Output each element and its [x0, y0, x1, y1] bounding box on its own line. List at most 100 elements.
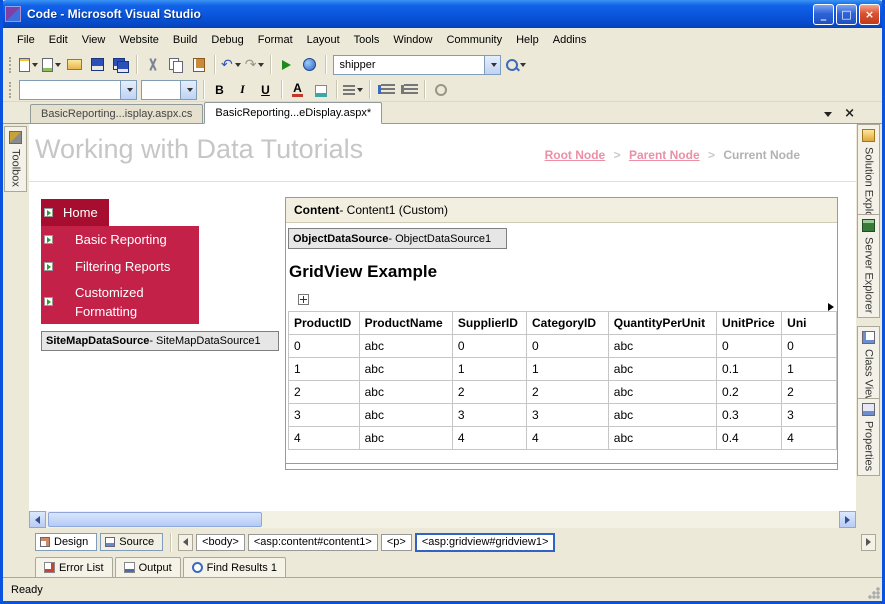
menu-item-format[interactable]: Format — [251, 30, 300, 50]
nav-item-customized-formatting[interactable]: Customized Formatting — [41, 280, 199, 324]
combobox-dropdown-button[interactable] — [120, 80, 136, 99]
design-view-icon — [40, 537, 50, 547]
save-button[interactable] — [86, 54, 109, 76]
breadcrumb-root-link[interactable]: Root Node — [545, 148, 606, 162]
content-region-header[interactable]: Content - Content1 (Custom) — [286, 198, 837, 223]
scroll-left-button[interactable] — [29, 511, 46, 528]
content-placeholder-region[interactable]: Content - Content1 (Custom) ObjectDataSo… — [285, 197, 838, 470]
table-cell: 0.2 — [716, 380, 783, 404]
tag-body[interactable]: <body> — [196, 533, 245, 551]
design-surface[interactable]: Working with Data Tutorials Root Node > … — [29, 124, 856, 511]
toolbar-grip[interactable] — [9, 81, 13, 98]
toolbar-grip[interactable] — [9, 56, 13, 73]
open-file-button[interactable] — [63, 54, 86, 76]
add-item-button[interactable] — [40, 54, 63, 76]
gridview-control[interactable]: ProductID ProductName SupplierID Categor… — [288, 311, 837, 450]
class-view-tab[interactable]: Class View — [857, 326, 880, 409]
title-bar[interactable]: Code - Microsoft Visual Studio _ □ × — [0, 0, 885, 28]
combobox-dropdown-button[interactable] — [180, 80, 196, 99]
horizontal-scrollbar[interactable] — [29, 511, 856, 528]
numbered-list-button[interactable] — [374, 79, 397, 101]
new-project-button[interactable] — [17, 54, 40, 76]
menu-item-addins[interactable]: Addins — [546, 30, 594, 50]
redo-button[interactable]: ↷ — [243, 54, 267, 76]
close-document-icon[interactable]: × — [844, 107, 855, 120]
output-tab[interactable]: Output — [114, 557, 181, 577]
menu-item-help[interactable]: Help — [509, 30, 546, 50]
menu-item-window[interactable]: Window — [386, 30, 439, 50]
browse-button[interactable] — [298, 54, 321, 76]
table-row: 1 abc 1 1 abc 0.1 1 — [288, 357, 837, 381]
tag-nav-left-button[interactable] — [178, 533, 194, 551]
active-files-dropdown-icon[interactable] — [824, 111, 833, 117]
close-button[interactable]: × — [859, 3, 880, 25]
nav-item-filtering-reports[interactable]: Filtering Reports — [41, 253, 199, 280]
tag-asp-gridview[interactable]: <asp:gridview#gridview1> — [414, 532, 556, 552]
doc-tab-designer[interactable]: BasicReporting...eDisplay.aspx* — [204, 102, 383, 124]
hyperlink-button[interactable] — [429, 79, 452, 101]
find-in-files-button[interactable] — [504, 54, 528, 76]
menu-item-file[interactable]: File — [10, 30, 42, 50]
scrollbar-thumb[interactable] — [48, 512, 262, 527]
hyperlink-icon — [434, 83, 447, 96]
source-view-tab[interactable]: Source — [100, 533, 164, 551]
table-cell: 0 — [781, 334, 837, 358]
menu-item-view[interactable]: View — [75, 30, 113, 50]
italic-icon: I — [240, 82, 245, 96]
properties-label: Properties — [862, 421, 875, 472]
app-icon — [5, 6, 21, 22]
tag-nav-right-button[interactable] — [861, 533, 876, 551]
nav-item-home[interactable]: Home — [41, 199, 109, 226]
sitemapdatasource-control[interactable]: SiteMapDataSource - SiteMapDataSource1 — [41, 331, 279, 351]
bullet-list-button[interactable] — [397, 79, 420, 101]
menu-item-build[interactable]: Build — [166, 30, 204, 50]
menu-item-debug[interactable]: Debug — [204, 30, 250, 50]
minimize-button[interactable]: _ — [813, 3, 834, 25]
scroll-right-button[interactable] — [839, 511, 856, 528]
bold-button[interactable]: B — [208, 79, 231, 101]
gridview-smart-tag-icon[interactable] — [298, 294, 309, 305]
smart-tag-arrow-icon[interactable] — [828, 303, 834, 311]
table-cell: 4 — [451, 426, 527, 450]
design-view-tab[interactable]: Design — [35, 533, 98, 551]
menu-item-website[interactable]: Website — [112, 30, 166, 50]
doc-tab-codebehind[interactable]: BasicReporting...isplay.aspx.cs — [30, 104, 204, 123]
save-all-button[interactable] — [109, 54, 132, 76]
resize-grip[interactable] — [867, 586, 880, 599]
maximize-button[interactable]: □ — [836, 3, 857, 25]
properties-tab[interactable]: Properties — [857, 398, 880, 477]
start-debug-button[interactable] — [275, 54, 298, 76]
toolbar-separator — [214, 55, 215, 74]
font-name-combobox[interactable] — [19, 79, 137, 100]
align-button[interactable] — [341, 79, 365, 101]
undo-button[interactable]: ↶ — [219, 54, 243, 76]
toolbox-tab[interactable]: Toolbox — [4, 126, 27, 192]
tag-p[interactable]: <p> — [380, 533, 412, 551]
menu-item-layout[interactable]: Layout — [300, 30, 347, 50]
find-combobox[interactable]: shipper — [333, 54, 502, 75]
font-color-button[interactable]: A — [286, 79, 309, 101]
output-icon — [123, 562, 135, 573]
server-explorer-tab[interactable]: Server Explorer — [857, 214, 880, 319]
menu-item-tools[interactable]: Tools — [347, 30, 387, 50]
nav-item-basic-reporting[interactable]: Basic Reporting — [41, 226, 199, 253]
menu-item-community[interactable]: Community — [439, 30, 509, 50]
highlight-button[interactable] — [309, 79, 332, 101]
table-cell: 2 — [288, 380, 360, 404]
table-cell: 1 — [525, 357, 609, 381]
menu-item-edit[interactable]: Edit — [42, 30, 75, 50]
error-list-tab[interactable]: Error List — [35, 557, 113, 577]
paste-button[interactable] — [187, 54, 210, 76]
tag-asp-content[interactable]: <asp:content#content1> — [247, 533, 378, 551]
cut-button[interactable] — [141, 54, 164, 76]
table-cell: 1 — [781, 357, 837, 381]
copy-button[interactable] — [164, 54, 187, 76]
underline-button[interactable]: U — [254, 79, 277, 101]
font-size-combobox[interactable] — [141, 79, 197, 100]
find-results-tab[interactable]: Find Results 1 — [182, 557, 286, 577]
combobox-dropdown-button[interactable] — [484, 55, 501, 74]
italic-button[interactable]: I — [231, 79, 254, 101]
control-id-label: - SiteMapDataSource1 — [149, 335, 261, 347]
breadcrumb-parent-link[interactable]: Parent Node — [629, 148, 700, 162]
objectdatasource-control[interactable]: ObjectDataSource - ObjectDataSource1 — [288, 228, 507, 249]
